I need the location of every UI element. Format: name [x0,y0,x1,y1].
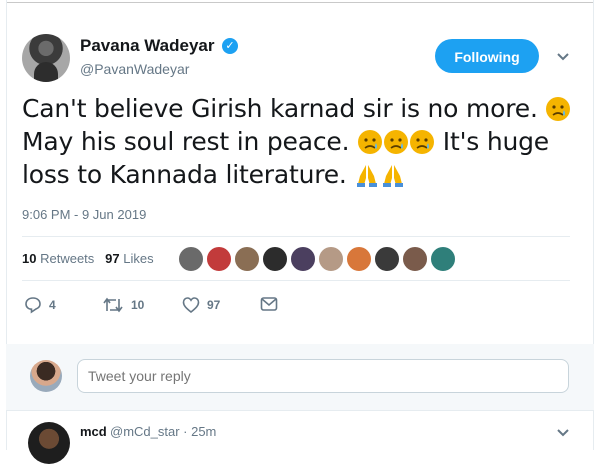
current-user-avatar[interactable] [30,360,62,392]
retweet-button[interactable]: 10 [102,296,144,314]
likes-label[interactable]: Likes [123,251,153,266]
liker-avatar[interactable] [234,246,260,272]
dm-icon [260,297,278,311]
sad-emoji-icon [358,130,383,154]
liker-avatar[interactable] [374,246,400,272]
retweets-count[interactable]: 10 [22,251,36,266]
reply-input[interactable] [77,359,569,393]
liker-avatar[interactable] [206,246,232,272]
verified-icon: ✓ [222,38,238,54]
liker-avatar[interactable] [430,246,456,272]
direct-message-button[interactable] [260,296,278,312]
like-button[interactable]: 97 [182,296,220,314]
tweet-text: Can't believe Girish karnad sir is no mo… [22,92,582,191]
tweet-text-line1: Can't believe Girish karnad sir is no mo… [22,94,546,123]
top-divider [6,2,594,3]
following-button[interactable]: Following [435,39,539,73]
retweet-icon [103,297,123,313]
liker-avatar[interactable] [262,246,288,272]
author-avatar[interactable] [22,34,70,82]
divider [22,236,570,237]
like-icon [182,297,200,314]
engagement-stats: 10 Retweets 97 Likes [22,251,154,266]
liker-avatar[interactable] [290,246,316,272]
pray-emoji-icon [357,165,378,187]
author-handle[interactable]: @PavanWadeyar [80,61,189,77]
pray-emoji-icon [383,165,404,187]
reply-author-avatar[interactable] [28,422,70,464]
tweet-timestamp[interactable]: 9:06 PM - 9 Jun 2019 [22,207,146,222]
tweet-text-line3: loss to Kannada literature. [22,160,355,189]
liker-avatar[interactable] [346,246,372,272]
chevron-down-icon[interactable] [556,52,572,64]
liker-avatar[interactable] [178,246,204,272]
tweet-text-line2: May his soul rest in peace. [22,127,358,156]
retweet-count: 10 [131,298,145,312]
reply-icon [25,297,41,314]
sad-emoji-icon [384,130,409,154]
author-name[interactable]: Pavana Wadeyar [80,36,215,56]
sad-emoji-icon [546,97,571,121]
chevron-down-icon[interactable] [556,428,572,440]
tweet-page: Pavana Wadeyar ✓ @PavanWadeyar Following… [0,0,600,464]
liker-avatar[interactable] [318,246,344,272]
reply-button[interactable]: 4 [24,296,56,314]
divider [6,410,594,411]
likes-count[interactable]: 97 [105,251,119,266]
like-count: 97 [207,298,221,312]
sad-emoji-icon [410,130,435,154]
reply-author-meta[interactable]: @mCd_star · 25m [110,424,216,439]
liker-avatar[interactable] [402,246,428,272]
retweets-label[interactable]: Retweets [40,251,94,266]
reply-author-name[interactable]: mcd [80,424,107,439]
divider [22,280,570,281]
reply-count: 4 [49,298,56,312]
tweet-text-line2b: It's huge [435,127,549,156]
